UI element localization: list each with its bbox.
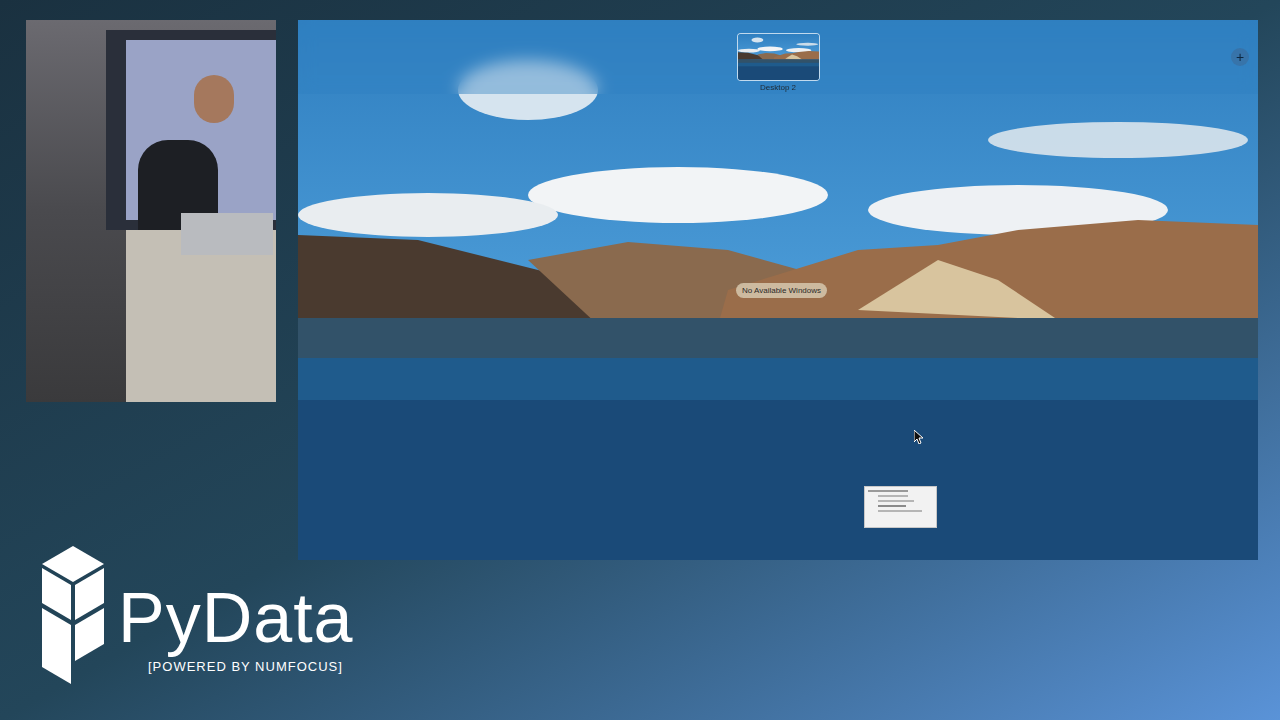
add-desktop-button[interactable]: + xyxy=(1231,48,1249,66)
speaker-video xyxy=(26,20,276,402)
cube-logo-icon xyxy=(38,544,108,686)
spaces-bar: Desktop 2 + xyxy=(298,20,1258,94)
desktop-thumbnail[interactable]: Desktop 2 xyxy=(738,34,819,94)
screen-share: Desktop 2 + No Available Windows xyxy=(298,20,1258,560)
brand-tagline: [POWERED BY NUMFOCUS] xyxy=(148,658,354,676)
desktop-thumbnail-wallpaper xyxy=(738,34,819,80)
cursor-icon xyxy=(914,430,924,444)
pydata-logo: PyData[POWERED BY NUMFOCUS] xyxy=(38,544,354,686)
brand-name: PyData xyxy=(118,578,354,658)
landscape-icon xyxy=(738,34,819,80)
desktop-label: Desktop 2 xyxy=(760,83,796,93)
window-thumbnail[interactable] xyxy=(864,486,937,528)
video-frame: Desktop 2 + No Available Windows PyData[POW… xyxy=(0,0,1280,720)
no-windows-label: No Available Windows xyxy=(736,283,827,298)
